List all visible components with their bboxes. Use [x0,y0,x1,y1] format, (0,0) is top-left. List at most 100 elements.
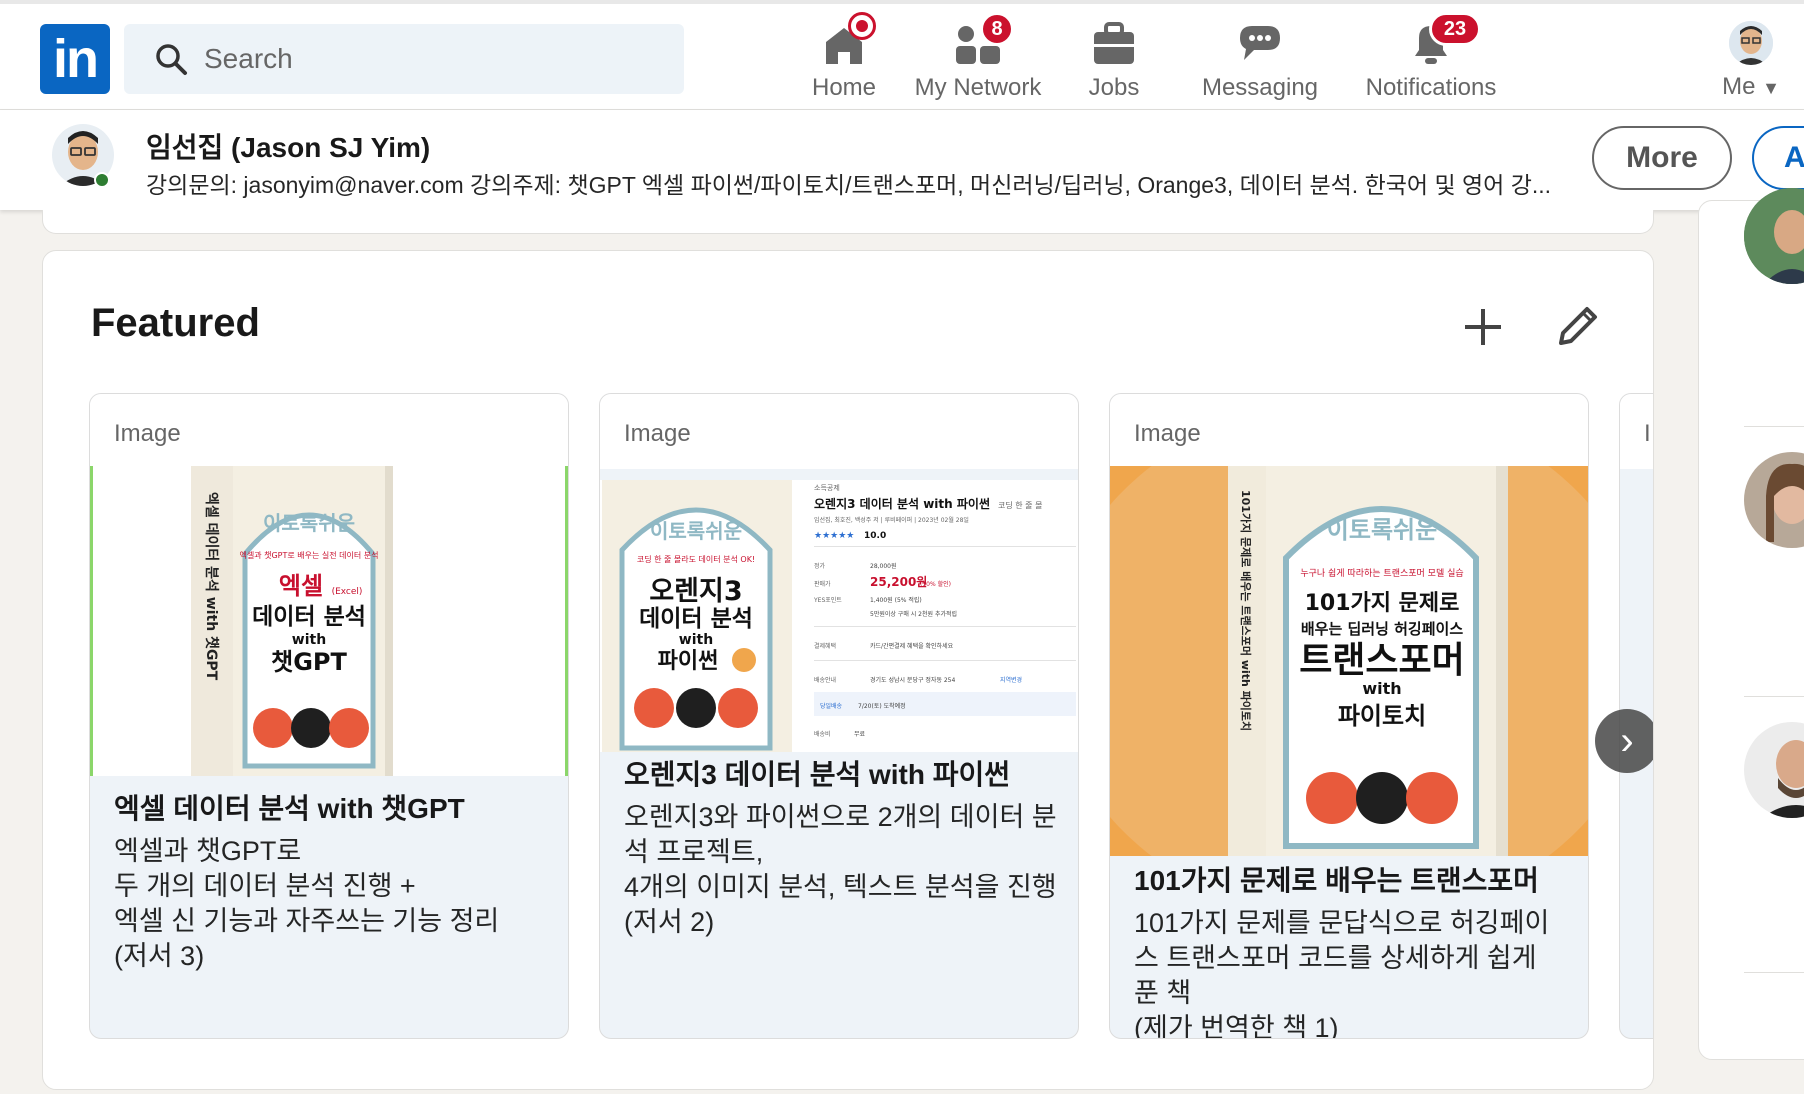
book-title-line2: 데이터 분석 [639,606,753,632]
store-arrival-label: 당일배송 [820,702,843,710]
nav-jobs-label: Jobs [1088,74,1140,101]
featured-item-description: 오렌지3와 파이썬으로 2개의 데이터 분석 프로젝트, 4개의 이미지 분석,… [624,802,1057,937]
store-rating-stars: ★★★★★ [814,531,854,541]
book-tagline-text: 코딩 한 줄 몰라도 데이터 분석 OK! [637,554,755,564]
nav-home[interactable]: Home [784,12,904,102]
bell-icon: 23 [1407,12,1481,66]
featured-item-description: 101가지 문제를 문답식으로 허깅페이스 트랜스포머 코드를 상세하게 쉽게 … [1134,908,1550,1039]
store-benefit-label: 결제혜택 [814,642,836,650]
search-icon [156,44,187,75]
book-title-line1: 엑셀 [279,572,323,600]
featured-item-type: Image [114,420,181,447]
store-book-meta: 임선집, 최호진, 백성주 저 | 루비페이퍼 | 2023년 02월 28일 [814,516,969,524]
store-delivery-link: 지역변경 [1000,676,1022,684]
rail-divider [1744,696,1804,697]
featured-item-type: Image [1134,420,1201,447]
featured-item[interactable]: Image 엑셀 데이터 분석 with 챗GPT 이토록쉬운 엑셀과 챗GPT… [89,393,569,1039]
book-cover-image: 엑셀 데이터 분석 with 챗GPT 이토록쉬운 엑셀과 챗GPT로 배우는 … [90,466,568,776]
store-sale-price: 25,200원 [870,575,927,589]
online-status-indicator [94,172,110,188]
book-tagline-text: 엑셀과 챗GPT로 배우는 실전 데이터 분석 [239,550,378,560]
book-title-line2: 배우는 딥러닝 허깅페이스 [1301,620,1463,638]
notifications-badge: 23 [1429,12,1481,46]
add-featured-button[interactable] [1453,297,1513,357]
profile-headline: 강의문의: jasonyim@naver.com 강의주제: 챗GPT 엑셀 파… [146,172,1552,198]
book-title-line2: 데이터 분석 [252,604,366,630]
nav-home-label: Home [811,74,877,101]
book-title-line1-suffix: (Excel) [332,587,363,597]
book-series-text: 이토록쉬운 [263,511,355,535]
store-event: 5만원이상 구매 시 2천원 추가적립 [870,610,957,618]
home-icon [820,12,876,66]
featured-section: Featured Image 엑셀 데이터 분석 with 챗GPT 이토록쉬운 [42,250,1654,1090]
book-spine-text: 101가지 문제로 배우는 트랜스포머 with 파이토치 [1239,490,1253,731]
nav-me[interactable]: Me ▼ [1706,18,1796,102]
featured-item-type: I [1644,420,1651,447]
store-arrival: 7/20(토) 도착예정 [858,702,906,710]
linkedin-logo[interactable]: in [40,24,110,94]
featured-item-description: 엑셀과 챗GPT로 두 개의 데이터 분석 진행 + 엑셀 신 기능과 자주쓰는… [114,836,500,971]
book-title-line3: 트랜스포머 [1299,640,1465,681]
briefcase-icon [1090,22,1138,66]
book-series-text: 이토록쉬운 [1327,516,1437,544]
store-discount: (10% 할인) [920,580,951,588]
store-list-price-label: 정가 [814,562,826,570]
book-title-line5: 파이토치 [1338,702,1426,730]
add-profile-section-button[interactable]: A [1752,126,1804,190]
featured-item[interactable]: Image 이토록쉬운 코딩 한 줄 몰라도 데이터 분석 OK! 오렌지3 데… [599,393,1079,1039]
home-notification-dot [848,12,876,40]
more-button[interactable]: More [1592,126,1732,190]
store-rating-value: 10.0 [864,531,886,541]
profile-sticky-header: 임선집 (Jason SJ Yim) 강의문의: jasonyim@naver.… [0,110,1804,210]
search-input[interactable] [204,43,644,75]
nav-jobs[interactable]: Jobs [1064,18,1164,102]
store-benefit: 카드/간편결제 혜택을 확인하세요 [870,642,954,650]
featured-item-body: 엑셀 데이터 분석 with 챗GPT 엑셀과 챗GPT로 두 개의 데이터 분… [114,790,548,974]
store-points: 1,400원 (5% 적립) [870,596,922,604]
nav-me-text: Me [1722,73,1756,100]
book-title-line4: with [1362,679,1401,698]
nav-my-network-label: My Network [914,74,1042,101]
book-title-line3: with [679,632,713,648]
store-shipping: 무료 [854,731,866,738]
book-title-line4: 챗GPT [271,648,347,676]
store-delivery-label: 배송안내 [814,676,836,684]
store-book-title: 오렌지3 데이터 분석 with 파이썬 [814,496,990,511]
store-delivery-address: 경기도 성남시 분당구 정자동 254 [870,676,956,684]
edit-featured-button[interactable] [1547,297,1607,357]
carousel-next-button[interactable]: › [1595,709,1653,773]
rail-divider [1744,426,1804,427]
nav-messaging[interactable]: Messaging [1180,18,1340,102]
global-nav: in Home 8 My Network [0,0,1804,110]
featured-item-body: 101가지 문제로 배우는 트랜스포머 101가지 문제를 문답식으로 허깅페이… [1134,862,1568,1039]
pencil-icon [1559,307,1597,345]
featured-item-title: 엑셀 데이터 분석 with 챗GPT [114,793,465,824]
store-book-title-suffix: 코딩 한 줄 몰 [998,500,1042,510]
search-bar[interactable] [124,24,684,94]
plus-icon [1465,309,1501,345]
book-title-line4: 파이썬 [658,649,719,674]
featured-item-title: 101가지 문제로 배우는 트랜스포머 [1134,865,1539,896]
book-series-text: 이토록쉬운 [650,519,742,543]
book-cover-image: 101가지 문제로 배우는 트랜스포머 with 파이토치 이토록쉬운 누구나 … [1110,466,1588,856]
profile-name[interactable]: 임선집 (Jason SJ Yim) [146,126,430,166]
my-network-icon: 8 [954,12,1014,66]
nav-my-network[interactable]: 8 My Network [898,12,1058,102]
rail-divider [1744,972,1804,973]
nav-messaging-label: Messaging [1201,74,1319,101]
nav-me-label: Me ▼ [1722,73,1780,102]
featured-item[interactable]: Image 101가지 문제로 배우는 트랜스포머 with 파이토치 이토록쉬… [1109,393,1589,1039]
featured-item-type: Image [624,420,691,447]
store-category-badge: 소득공제 [814,484,840,492]
book-spine-text: 엑셀 데이터 분석 with 챗GPT [203,492,220,681]
previous-section-card [42,210,1654,234]
book-title-line3: with [292,632,326,648]
nav-notifications-label: Notifications [1365,74,1497,101]
nav-notifications[interactable]: 23 Notifications [1336,12,1526,102]
store-shipping-label: 배송비 [814,730,831,738]
chevron-right-icon: › [1620,719,1634,763]
featured-item-title: 오렌지3 데이터 분석 with 파이썬 [624,759,1011,790]
my-network-badge: 8 [980,12,1014,46]
me-avatar [1729,21,1773,65]
book-title-line1: 오렌지3 [649,576,742,607]
